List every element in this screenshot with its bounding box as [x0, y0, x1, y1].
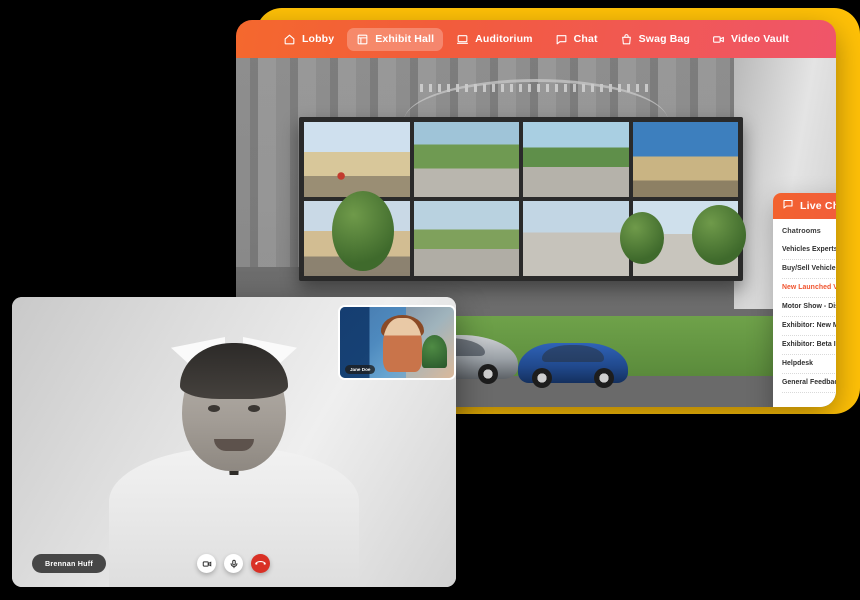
chatroom-list-item[interactable]: 06:02 pm Helpdesk 04 [782, 355, 836, 374]
home-icon [283, 33, 296, 46]
main-navigation: Lobby Exhibit Hall Auditorium Chat Swag [236, 20, 836, 58]
chatroom-list-item[interactable]: 01:14 pm Exhibitor: New Motor Cars 08 [782, 317, 836, 336]
nav-label-auditorium: Auditorium [475, 33, 533, 45]
nav-label-exhibit-hall: Exhibit Hall [375, 33, 435, 45]
pip-plant [422, 335, 448, 369]
nav-item-chat[interactable]: Chat [546, 28, 607, 51]
video-wall-tile [304, 122, 410, 198]
microphone-icon[interactable] [224, 554, 243, 573]
chatroom-name: Exhibitor: New Motor Cars [782, 322, 836, 329]
pip-participant [383, 318, 423, 373]
nav-item-video-vault[interactable]: Video Vault [703, 28, 798, 51]
tab-chatrooms[interactable]: Chatrooms [782, 226, 821, 235]
scene-ceiling-truss [404, 78, 668, 121]
participant-head [180, 343, 288, 471]
chatroom-list-item-active[interactable]: 03:28 pm New Launched Vehicles 09 [782, 279, 836, 298]
participant-eye [208, 405, 220, 412]
scene-tree [620, 211, 664, 264]
chatroom-list-item[interactable]: 11:45 am Buy/Sell Vehicles 05 [782, 260, 836, 279]
chat-bubble-icon [782, 197, 794, 215]
video-wall-tile [413, 201, 519, 277]
car-windshield [542, 344, 604, 362]
scene-tree [332, 190, 394, 271]
chatroom-name: Vehicles Experts [782, 246, 836, 253]
nav-label-lobby: Lobby [301, 33, 335, 45]
chat-tabs: Chatrooms People [782, 226, 836, 235]
car-wheel [532, 367, 552, 388]
nav-label-swag-bag: Swag Bag [638, 33, 690, 45]
participant-mouth [214, 439, 254, 451]
live-chat-title: Live Chat [800, 200, 836, 212]
video-camera-icon [712, 33, 725, 46]
live-chat-panel: Live Chat Chatrooms People 02:51 pm Vehi… [773, 193, 836, 407]
chat-bubble-icon [555, 33, 568, 46]
participant-name-tag: Brennan Huff [32, 554, 106, 573]
chatroom-name: New Launched Vehicles [782, 284, 836, 291]
video-wall-tile [523, 201, 629, 277]
live-chat-header: Live Chat [773, 193, 836, 219]
video-wall-tile [632, 122, 738, 198]
chatroom-name: Motor Show - Discussion [782, 303, 836, 310]
nav-item-auditorium[interactable]: Auditorium [447, 28, 542, 51]
live-chat-body: Chatrooms People 02:51 pm Vehicles Exper… [773, 219, 836, 407]
chatroom-list-item[interactable]: 05:25 pm Exhibitor: Beta International 0… [782, 336, 836, 355]
chatroom-list-item[interactable]: 03:41 pm General Feedback 26 [782, 374, 836, 393]
pip-participant-name: Jane Doe [345, 365, 376, 374]
hangup-icon[interactable] [251, 554, 270, 573]
chatroom-name: Exhibitor: Beta International [782, 341, 836, 348]
video-call-controls [197, 554, 456, 573]
chatroom-list-item[interactable]: 02:11 pm Motor Show - Discussion 12 [782, 298, 836, 317]
video-feed-participant [109, 337, 359, 587]
chatroom-list-item[interactable]: 02:51 pm Vehicles Experts 03 [782, 241, 836, 260]
shopping-bag-icon [620, 33, 633, 46]
nav-item-exhibit-hall[interactable]: Exhibit Hall [347, 27, 444, 51]
camera-icon[interactable] [197, 554, 216, 573]
car-wheel [478, 364, 498, 385]
video-call-window: Jane Doe Brennan Huff [12, 297, 456, 587]
nav-label-video-vault: Video Vault [731, 33, 790, 45]
nav-item-swag-bag[interactable]: Swag Bag [611, 28, 699, 51]
nav-label-chat: Chat [573, 33, 598, 45]
scene-tree [692, 204, 746, 265]
monitor-icon [456, 33, 469, 46]
showroom-car-blue[interactable] [518, 342, 628, 388]
chatroom-name: Helpdesk [782, 360, 814, 367]
chatroom-name: General Feedback [782, 379, 836, 386]
picture-in-picture-video[interactable]: Jane Doe [338, 305, 456, 380]
video-wall-tile [413, 122, 519, 198]
chatroom-list-pane: Chatrooms People 02:51 pm Vehicles Exper… [773, 219, 836, 407]
storefront-icon [356, 33, 369, 46]
video-wall-tile [523, 122, 629, 198]
nav-item-lobby[interactable]: Lobby [274, 28, 343, 51]
participant-eye [248, 405, 260, 412]
car-wheel [594, 367, 614, 388]
chatroom-name: Buy/Sell Vehicles [782, 265, 836, 272]
